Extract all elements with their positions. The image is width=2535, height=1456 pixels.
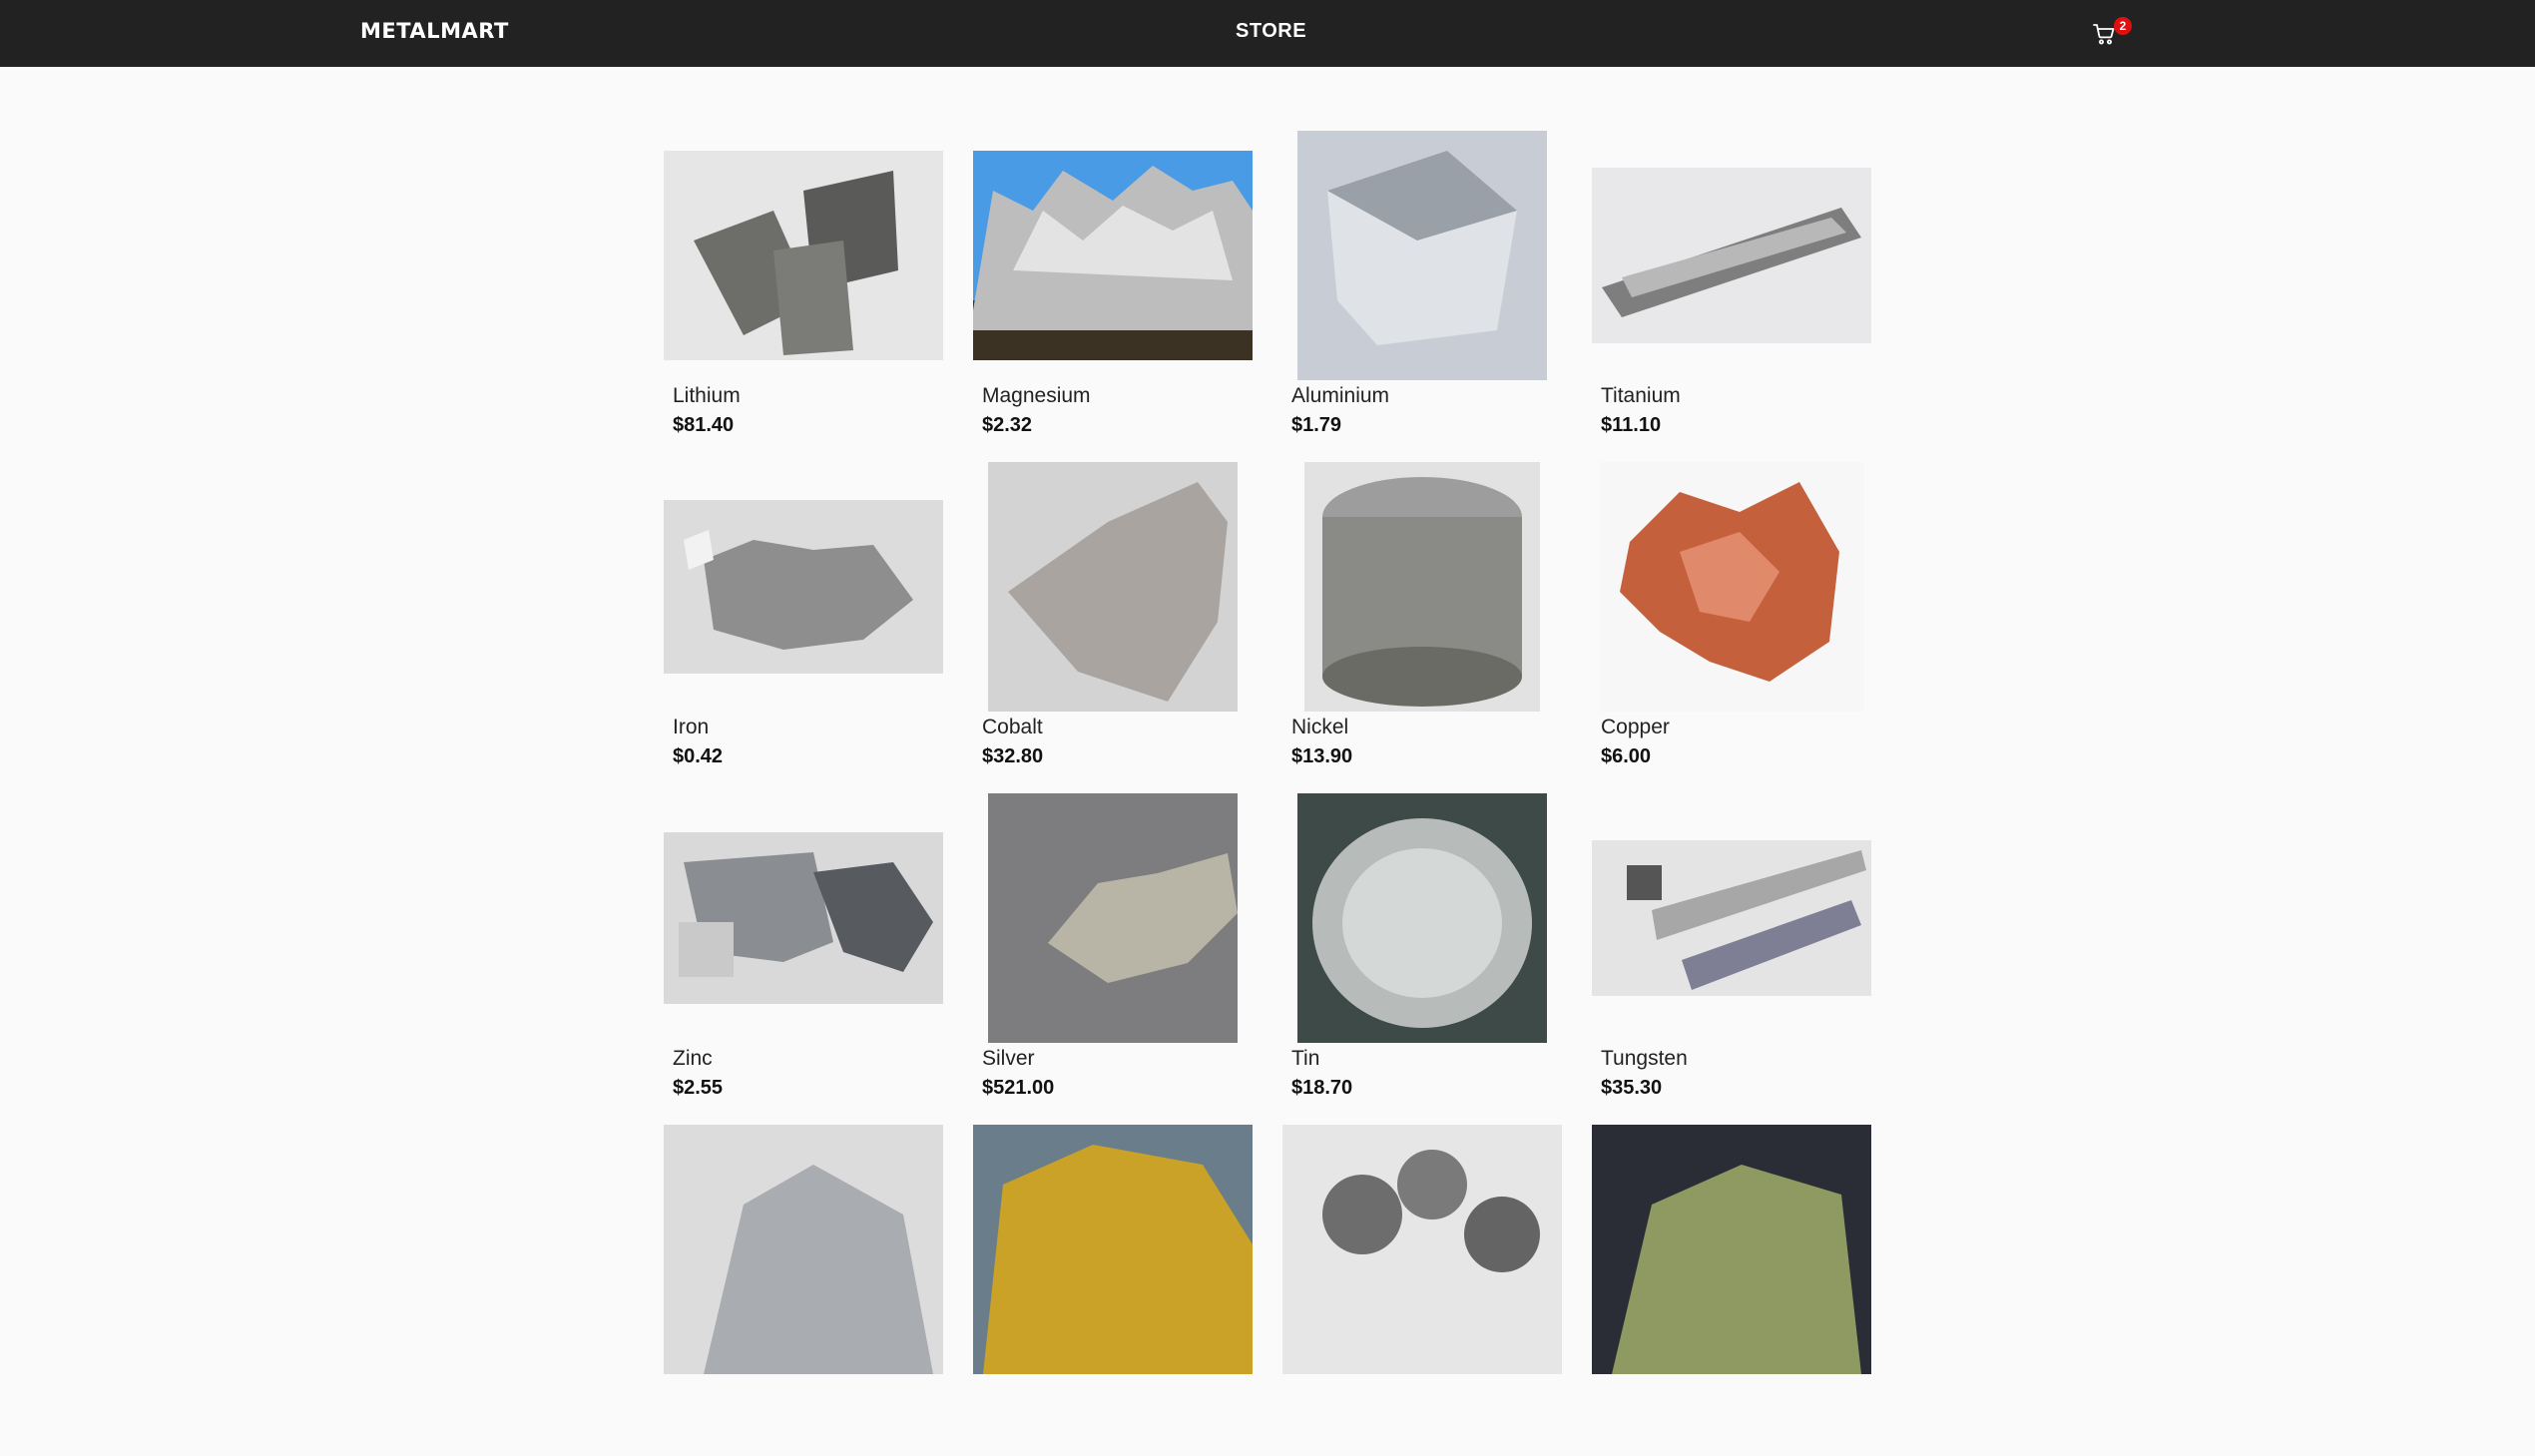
product-card[interactable]: Zinc $2.55 [664, 793, 943, 1125]
product-image-container[interactable] [973, 1125, 1253, 1374]
product-card[interactable]: Magnesium $2.32 [973, 131, 1253, 462]
product-card[interactable]: Aluminium $1.79 [1282, 131, 1562, 462]
product-price: $18.70 [1291, 1077, 1353, 1099]
product-image-container[interactable] [1592, 462, 1871, 712]
product-image-container[interactable] [664, 462, 943, 712]
product-price: $32.80 [982, 745, 1044, 767]
product-image-container[interactable] [1282, 131, 1562, 380]
product-card[interactable]: Tin $18.70 [1282, 793, 1562, 1125]
product-image-container[interactable] [1282, 462, 1562, 712]
product-name[interactable]: Iron [673, 716, 709, 739]
product-price: $0.42 [673, 745, 724, 767]
product-image[interactable] [1297, 131, 1547, 380]
product-image-container[interactable] [1592, 1125, 1871, 1374]
product-image-container[interactable] [664, 1125, 943, 1374]
site-logo[interactable]: METALMART [360, 19, 509, 43]
product-name[interactable]: Copper [1601, 716, 1670, 739]
product-image-container[interactable] [1592, 131, 1871, 380]
product-image[interactable] [973, 151, 1253, 360]
product-name[interactable]: Zinc [673, 1047, 713, 1071]
product-image[interactable] [1304, 462, 1540, 712]
product-image[interactable] [1297, 793, 1547, 1043]
product-name[interactable]: Nickel [1291, 716, 1348, 739]
product-image[interactable] [973, 1125, 1253, 1374]
product-price: $1.79 [1291, 414, 1342, 436]
product-price: $35.30 [1601, 1077, 1663, 1099]
product-price: $521.00 [982, 1077, 1055, 1099]
product-name[interactable]: Tungsten [1601, 1047, 1688, 1071]
product-card[interactable]: Silver $521.00 [973, 793, 1253, 1125]
cart-button[interactable] [2092, 22, 2116, 46]
product-image-container[interactable] [664, 793, 943, 1043]
product-image[interactable] [664, 500, 943, 674]
product-card[interactable] [973, 1125, 1253, 1456]
product-image[interactable] [1599, 462, 1864, 712]
product-card[interactable]: Lithium $81.40 [664, 131, 943, 462]
product-card[interactable]: Cobalt $32.80 [973, 462, 1253, 793]
product-name[interactable]: Cobalt [982, 716, 1043, 739]
product-image[interactable] [1592, 1125, 1871, 1374]
product-card[interactable] [1282, 1125, 1562, 1456]
product-name[interactable]: Lithium [673, 384, 741, 408]
product-price: $13.90 [1291, 745, 1353, 767]
product-image-container[interactable] [973, 131, 1253, 380]
product-image[interactable] [664, 1125, 943, 1374]
product-card[interactable] [1592, 1125, 1871, 1456]
product-image[interactable] [1592, 840, 1871, 996]
top-navbar: METALMART STORE 2 [0, 0, 2535, 67]
product-image[interactable] [988, 462, 1238, 712]
product-image-container[interactable] [1592, 793, 1871, 1043]
product-image[interactable] [1282, 1125, 1562, 1374]
product-image-container[interactable] [1282, 1125, 1562, 1374]
product-name[interactable]: Silver [982, 1047, 1035, 1071]
product-price: $6.00 [1601, 745, 1652, 767]
product-grid: Lithium $81.40 Magnesium $2.32 Aluminium $1… [664, 131, 1871, 1456]
product-price: $2.55 [673, 1077, 724, 1099]
product-card[interactable]: Nickel $13.90 [1282, 462, 1562, 793]
product-price: $2.32 [982, 414, 1033, 436]
product-image-container[interactable] [664, 131, 943, 380]
product-card[interactable] [664, 1125, 943, 1456]
product-name[interactable]: Titanium [1601, 384, 1681, 408]
product-price: $81.40 [673, 414, 735, 436]
product-image[interactable] [664, 832, 943, 1004]
product-image-container[interactable] [973, 462, 1253, 712]
product-image[interactable] [1592, 168, 1871, 343]
product-card[interactable]: Tungsten $35.30 [1592, 793, 1871, 1125]
product-name[interactable]: Aluminium [1291, 384, 1389, 408]
cart-count-badge: 2 [2114, 17, 2132, 35]
product-image[interactable] [988, 793, 1238, 1043]
cart-icon [2093, 24, 2115, 45]
product-card[interactable]: Iron $0.42 [664, 462, 943, 793]
product-card[interactable]: Titanium $11.10 [1592, 131, 1871, 462]
product-image-container[interactable] [1282, 793, 1562, 1043]
product-image[interactable] [664, 151, 943, 360]
product-image-container[interactable] [973, 793, 1253, 1043]
product-name[interactable]: Magnesium [982, 384, 1091, 408]
product-name[interactable]: Tin [1291, 1047, 1319, 1071]
nav-store-link[interactable]: STORE [1236, 20, 1306, 43]
product-price: $11.10 [1601, 414, 1662, 436]
product-card[interactable]: Copper $6.00 [1592, 462, 1871, 793]
